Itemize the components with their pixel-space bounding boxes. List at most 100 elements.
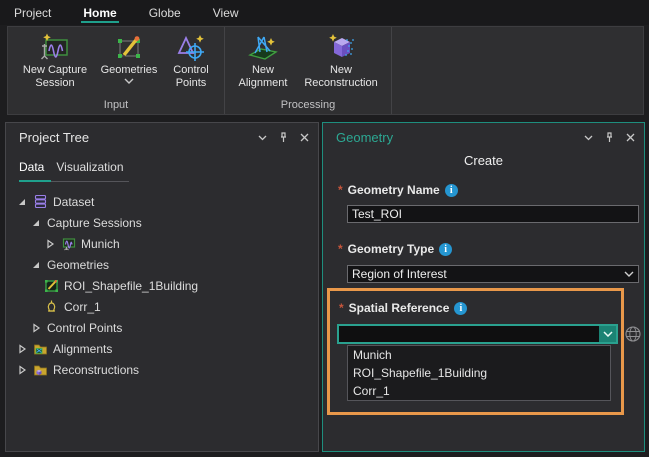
tree-item-label: Corr_1 <box>64 300 101 314</box>
button-label: Session <box>35 77 74 90</box>
tree-item-label: ROI_Shapefile_1Building <box>64 279 198 293</box>
corridor-geometry-icon <box>44 299 59 314</box>
geometries-icon <box>113 32 145 64</box>
chevron-down-icon[interactable] <box>599 326 616 342</box>
geometry-type-label: Geometry Type <box>348 242 434 256</box>
tree-item-geometries[interactable]: Geometries <box>6 254 318 275</box>
pin-icon[interactable] <box>604 132 615 143</box>
dropdown-option-corr-1[interactable]: Corr_1 <box>348 382 610 400</box>
control-points-button[interactable]: Control Points <box>162 30 220 90</box>
tree-item-reconstructions[interactable]: Reconstructions <box>6 359 318 380</box>
control-points-icon <box>175 32 207 64</box>
button-label: Geometries <box>101 64 158 77</box>
ribbon: New Capture Session Geometries <box>7 26 644 115</box>
ribbon-tab-bar: Project Home Globe View <box>0 0 649 25</box>
expand-arrow-icon[interactable] <box>16 364 28 376</box>
tree-item-corr-1[interactable]: Corr_1 <box>6 296 318 317</box>
dropdown-option-roi-shapefile[interactable]: ROI_Shapefile_1Building <box>348 364 610 382</box>
expand-arrow-icon[interactable] <box>16 196 28 208</box>
reconstructions-folder-icon <box>33 362 48 377</box>
tab-data[interactable]: Data <box>19 160 44 174</box>
button-label: New Capture <box>23 64 87 77</box>
geometry-panel: Geometry Create * Geometry Name i * Geom… <box>322 122 645 452</box>
info-icon[interactable]: i <box>454 302 467 315</box>
tree-item-capture-sessions[interactable]: Capture Sessions <box>6 212 318 233</box>
tab-project[interactable]: Project <box>12 2 53 23</box>
close-icon[interactable] <box>625 132 636 143</box>
tab-home[interactable]: Home <box>81 2 118 23</box>
dropdown-option-munich[interactable]: Munich <box>348 346 610 364</box>
tree-item-label: Dataset <box>53 195 94 209</box>
tree-item-control-points[interactable]: Control Points <box>6 317 318 338</box>
new-capture-session-button[interactable]: New Capture Session <box>14 30 96 90</box>
new-alignment-button[interactable]: New Alignment <box>231 30 295 90</box>
tree-item-label: Alignments <box>53 342 112 356</box>
geometry-type-label-row: * Geometry Type i <box>338 242 452 256</box>
tab-globe[interactable]: Globe <box>147 2 183 23</box>
tree-item-dataset[interactable]: Dataset <box>6 191 318 212</box>
expand-arrow-icon[interactable] <box>44 238 56 250</box>
ribbon-group-processing: New Alignment <box>225 27 392 114</box>
panel-title: Project Tree <box>19 130 89 145</box>
info-icon[interactable]: i <box>439 243 452 256</box>
tree-item-munich[interactable]: Munich <box>6 233 318 254</box>
required-marker: * <box>338 183 343 197</box>
expand-arrow-icon[interactable] <box>30 322 42 334</box>
geometry-name-label-row: * Geometry Name i <box>338 183 458 197</box>
new-capture-session-icon <box>39 32 71 64</box>
tree-item-alignments[interactable]: Alignments <box>6 338 318 359</box>
geometry-type-value: Region of Interest <box>352 267 447 281</box>
new-alignment-icon <box>247 32 279 64</box>
required-marker: * <box>339 301 344 315</box>
new-reconstruction-icon <box>325 32 357 64</box>
spatial-reference-label-row: * Spatial Reference i <box>339 301 467 315</box>
button-label: New <box>252 64 274 77</box>
expand-arrow-icon[interactable] <box>16 343 28 355</box>
spatial-reference-dropdown: Munich ROI_Shapefile_1Building Corr_1 <box>347 345 611 401</box>
button-label: Points <box>176 77 207 90</box>
pin-icon[interactable] <box>278 132 289 143</box>
chevron-down-icon <box>624 271 634 277</box>
tree-item-roi-shapefile[interactable]: ROI_Shapefile_1Building <box>6 275 318 296</box>
spatial-reference-label: Spatial Reference <box>349 301 450 315</box>
tree-item-label: Geometries <box>47 258 109 272</box>
spatial-reference-select[interactable] <box>337 324 618 344</box>
project-tree-panel: Project Tree Data Visualization <box>5 122 319 452</box>
alignments-folder-icon <box>33 341 48 356</box>
create-subtitle: Create <box>323 153 644 168</box>
chevron-down-icon <box>124 78 134 84</box>
tree-item-label: Capture Sessions <box>47 216 142 230</box>
tree-item-label: Munich <box>81 237 120 251</box>
ribbon-empty-space <box>392 27 643 114</box>
close-icon[interactable] <box>299 132 310 143</box>
expand-arrow-icon[interactable] <box>30 217 42 229</box>
panel-title: Geometry <box>336 130 393 145</box>
panel-menu-chevron-icon[interactable] <box>583 132 594 143</box>
tab-visualization[interactable]: Visualization <box>56 160 123 174</box>
shapefile-geometry-icon <box>44 278 59 293</box>
project-tree: Dataset Capture Sessions Munich <box>6 191 318 380</box>
button-label: Alignment <box>239 77 288 90</box>
button-label: Control <box>173 64 208 77</box>
capture-session-icon <box>61 236 76 251</box>
button-label: New <box>330 64 352 77</box>
active-tab-underline <box>19 180 51 182</box>
geometry-type-select[interactable]: Region of Interest <box>347 265 639 283</box>
ribbon-group-label-processing: Processing <box>225 99 391 114</box>
required-marker: * <box>338 242 343 256</box>
button-label: Reconstruction <box>304 77 377 90</box>
info-icon[interactable]: i <box>445 184 458 197</box>
tab-view[interactable]: View <box>211 2 241 23</box>
ribbon-group-label-input: Input <box>8 99 224 114</box>
tree-item-label: Control Points <box>47 321 122 335</box>
geometry-name-label: Geometry Name <box>348 183 440 197</box>
panel-menu-chevron-icon[interactable] <box>257 132 268 143</box>
geometry-name-input[interactable] <box>347 205 639 223</box>
new-reconstruction-button[interactable]: New Reconstruction <box>295 30 387 90</box>
expand-arrow-icon[interactable] <box>30 259 42 271</box>
tree-item-label: Reconstructions <box>53 363 139 377</box>
geometries-button[interactable]: Geometries <box>96 30 162 84</box>
globe-icon[interactable] <box>624 325 642 343</box>
ribbon-group-input: New Capture Session Geometries <box>8 27 225 114</box>
dataset-icon <box>33 194 48 209</box>
